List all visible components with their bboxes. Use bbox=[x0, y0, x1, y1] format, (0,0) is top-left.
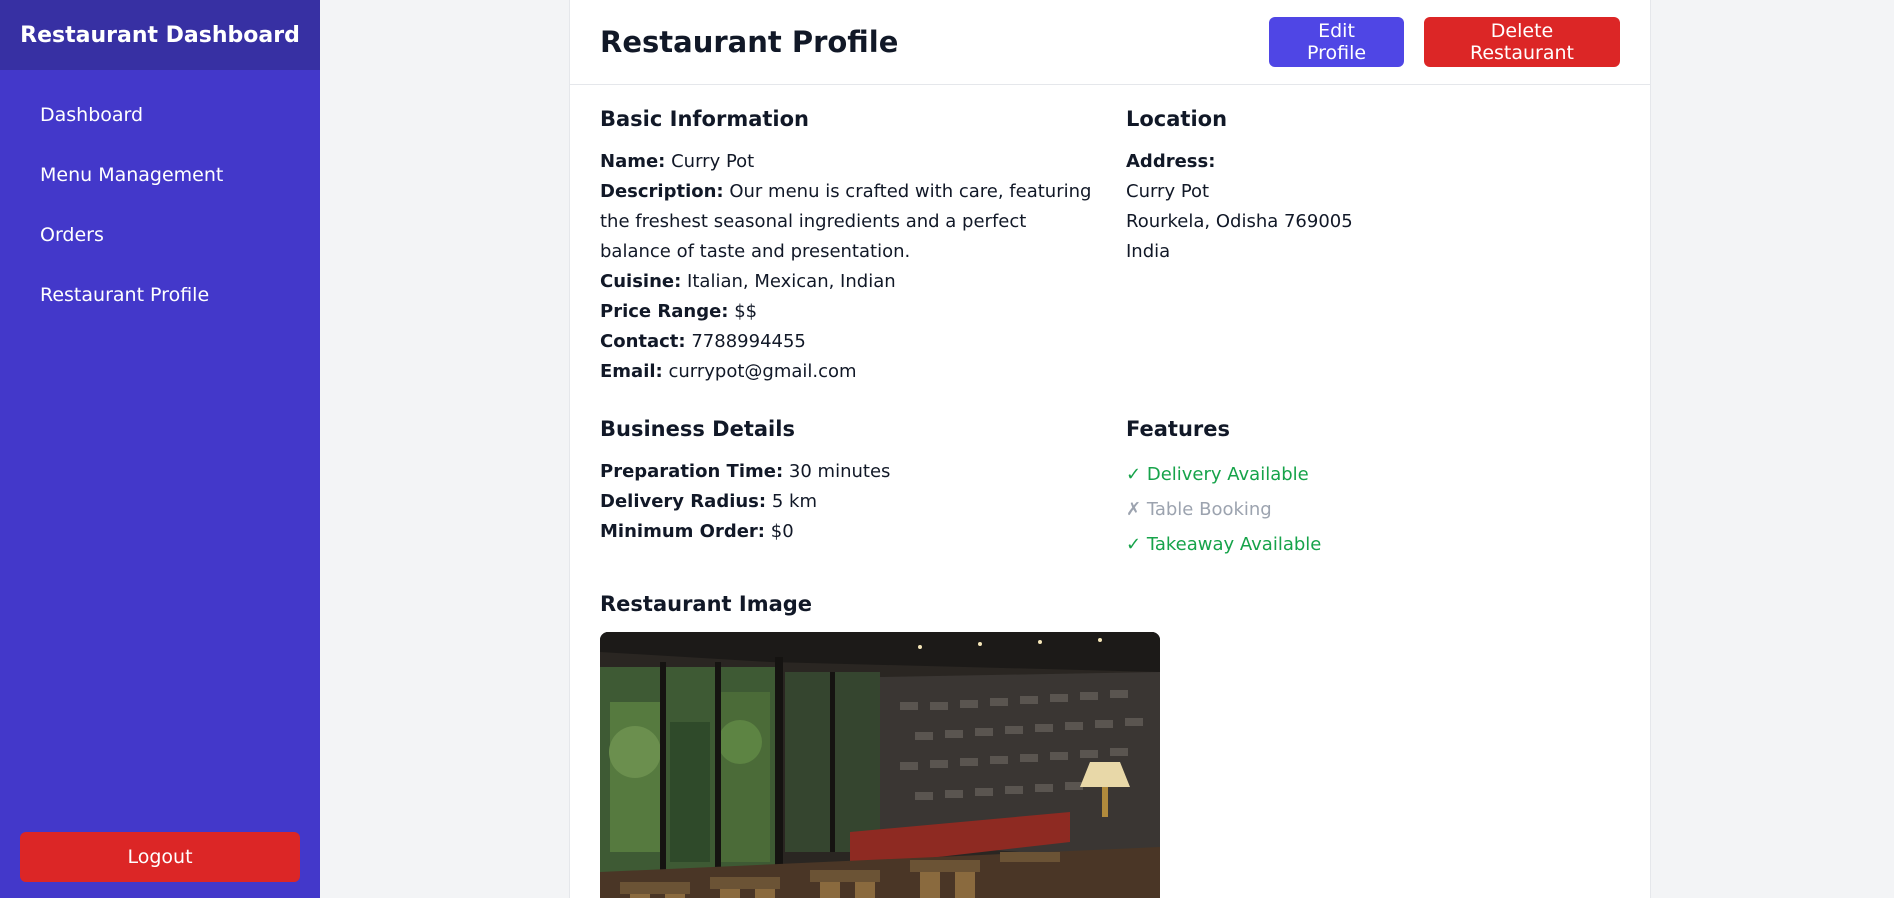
preparation-time-row: Preparation Time: 30 minutes bbox=[600, 457, 1096, 487]
contact-value: 7788994455 bbox=[691, 331, 806, 352]
email-value: currypot@gmail.com bbox=[668, 361, 857, 382]
feature-label: Table Booking bbox=[1146, 499, 1272, 520]
description-row: Description: Our menu is crafted with ca… bbox=[600, 177, 1096, 267]
basic-information-body: Name: Curry Pot Description: Our menu is… bbox=[600, 147, 1096, 387]
sidebar-title: Restaurant Dashboard bbox=[0, 0, 320, 70]
contact-row: Contact: 7788994455 bbox=[600, 327, 1096, 357]
location-title: Location bbox=[1126, 107, 1228, 131]
contact-label: Contact: bbox=[600, 331, 686, 352]
delivery-radius-row: Delivery Radius: 5 km bbox=[600, 487, 1096, 517]
feature-label: Takeaway Available bbox=[1146, 534, 1322, 555]
profile-panel: Restaurant Profile Edit Profile Delete R… bbox=[569, 0, 1651, 898]
address-line: Rourkela, Odisha 769005 bbox=[1126, 211, 1353, 232]
restaurant-interior-image bbox=[600, 632, 1160, 898]
delivery-radius-value: 5 km bbox=[771, 491, 817, 512]
features-title: Features bbox=[1126, 417, 1230, 441]
restaurant-image-section: Restaurant Image bbox=[600, 592, 1620, 898]
address-label: Address: bbox=[1126, 151, 1216, 172]
page-title: Restaurant Profile bbox=[600, 25, 899, 59]
business-details-body: Preparation Time: 30 minutes Delivery Ra… bbox=[600, 457, 1096, 547]
features-list: ✓ Delivery Available ✗ Table Booking ✓ T… bbox=[1126, 457, 1622, 562]
logout-button[interactable]: Logout bbox=[20, 832, 300, 882]
email-label: Email: bbox=[600, 361, 663, 382]
sidebar-item-orders[interactable]: Orders bbox=[0, 205, 320, 265]
profile-header: Restaurant Profile Edit Profile Delete R… bbox=[570, 0, 1650, 85]
name-value: Curry Pot bbox=[671, 151, 755, 172]
sidebar: Restaurant Dashboard Dashboard Menu Mana… bbox=[0, 0, 320, 898]
sidebar-nav: Dashboard Menu Management Orders Restaur… bbox=[0, 70, 320, 325]
restaurant-image bbox=[600, 632, 1160, 898]
sidebar-item-restaurant-profile[interactable]: Restaurant Profile bbox=[0, 265, 320, 325]
price-range-label: Price Range: bbox=[600, 301, 729, 322]
preparation-time-value: 30 minutes bbox=[788, 461, 891, 482]
minimum-order-row: Minimum Order: $0 bbox=[600, 517, 1096, 547]
cuisine-label: Cuisine: bbox=[600, 271, 682, 292]
feature-label: Delivery Available bbox=[1146, 464, 1309, 485]
basic-information-section: Basic Information Name: Curry Pot Descri… bbox=[600, 107, 1096, 387]
description-label: Description: bbox=[600, 181, 724, 202]
restaurant-image-title: Restaurant Image bbox=[600, 592, 813, 616]
business-details-title: Business Details bbox=[600, 417, 795, 441]
check-icon: ✓ bbox=[1126, 464, 1142, 485]
name-label: Name: bbox=[600, 151, 666, 172]
sidebar-item-menu-management[interactable]: Menu Management bbox=[0, 145, 320, 205]
feature-takeaway: ✓ Takeaway Available bbox=[1126, 527, 1622, 562]
edit-profile-button[interactable]: Edit Profile bbox=[1269, 17, 1404, 67]
minimum-order-value: $0 bbox=[770, 521, 794, 542]
business-details-section: Business Details Preparation Time: 30 mi… bbox=[600, 417, 1096, 562]
location-section: Location Address: Curry Pot Rourkela, Od… bbox=[1126, 107, 1622, 387]
address-line: Curry Pot bbox=[1126, 181, 1210, 202]
profile-grid: Basic Information Name: Curry Pot Descri… bbox=[600, 107, 1620, 562]
feature-delivery: ✓ Delivery Available bbox=[1126, 457, 1622, 492]
cross-icon: ✗ bbox=[1126, 499, 1142, 520]
cuisine-value: Italian, Mexican, Indian bbox=[687, 271, 896, 292]
check-icon: ✓ bbox=[1126, 534, 1142, 555]
basic-information-title: Basic Information bbox=[600, 107, 809, 131]
price-range-row: Price Range: $$ bbox=[600, 297, 1096, 327]
profile-content: Basic Information Name: Curry Pot Descri… bbox=[570, 85, 1650, 898]
cuisine-row: Cuisine: Italian, Mexican, Indian bbox=[600, 267, 1096, 297]
preparation-time-label: Preparation Time: bbox=[600, 461, 784, 482]
minimum-order-label: Minimum Order: bbox=[600, 521, 766, 542]
feature-table-booking: ✗ Table Booking bbox=[1126, 492, 1622, 527]
location-body: Address: Curry Pot Rourkela, Odisha 7690… bbox=[1126, 147, 1622, 267]
sidebar-item-dashboard[interactable]: Dashboard bbox=[0, 85, 320, 145]
email-row: Email: currypot@gmail.com bbox=[600, 357, 1096, 387]
price-range-value: $$ bbox=[734, 301, 758, 322]
name-row: Name: Curry Pot bbox=[600, 147, 1096, 177]
header-actions: Edit Profile Delete Restaurant bbox=[1269, 17, 1620, 67]
delivery-radius-label: Delivery Radius: bbox=[600, 491, 767, 512]
address-line: India bbox=[1126, 241, 1171, 262]
features-section: Features ✓ Delivery Available ✗ Table Bo… bbox=[1126, 417, 1622, 562]
delete-restaurant-button[interactable]: Delete Restaurant bbox=[1424, 17, 1620, 67]
